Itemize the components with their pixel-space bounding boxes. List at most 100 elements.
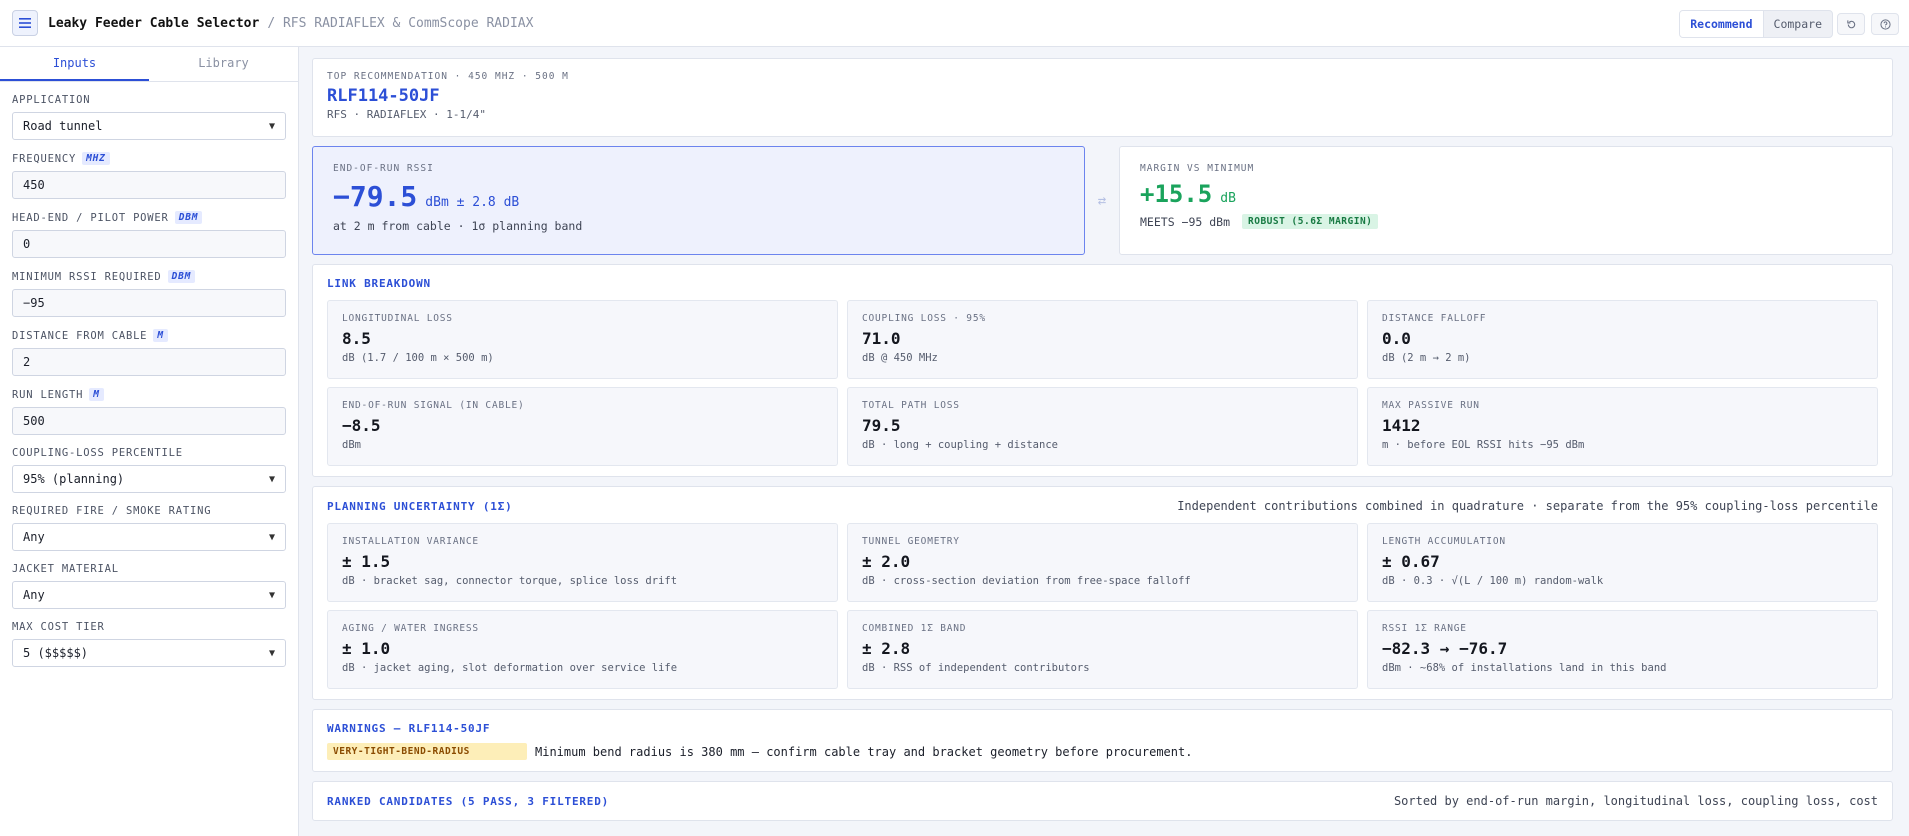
metric-value: ± 1.0 (342, 639, 391, 658)
metric-value: 1412 (1382, 416, 1421, 435)
frequency-label: FREQUENCY MHZ (12, 152, 286, 165)
metric-subtext: dB @ 450 MHz (862, 352, 938, 364)
metric-subtext: dB · long + coupling + distance (862, 439, 1058, 451)
reset-button[interactable] (1837, 13, 1865, 35)
metric-subtext: dB (2 m → 2 m) (1382, 352, 1471, 364)
application-select[interactable]: Road tunnel ▼ (12, 112, 286, 140)
planning-uncertainty-section: PLANNING UNCERTAINTY (1Σ) Independent co… (312, 486, 1893, 700)
help-icon (1879, 18, 1891, 30)
field-label-text: REQUIRED FIRE / SMOKE RATING (12, 505, 212, 517)
chevron-down-icon: ▼ (268, 647, 275, 659)
pilot-power-input[interactable]: 0 (12, 230, 286, 258)
menu-button[interactable] (12, 10, 38, 36)
field-label-text: DISTANCE FROM CABLE (12, 329, 148, 342)
main-panel: TOP RECOMMENDATION · 450 MHZ · 500 M RLF… (312, 58, 1893, 830)
tab-inputs[interactable]: Inputs (0, 47, 149, 81)
rssi-value: −79.5 (333, 180, 418, 213)
reset-icon (1846, 19, 1855, 28)
uncertainty-title: PLANNING UNCERTAINTY (1Σ) (327, 499, 513, 513)
warning-badge: VERY-TIGHT-BEND-RADIUS (327, 743, 527, 760)
metric-label: INSTALLATION VARIANCE (342, 536, 479, 547)
fire-rating-select[interactable]: Any ▼ (12, 523, 286, 551)
min-rssi-input[interactable]: −95 (12, 289, 286, 317)
field-label-text: MAX COST TIER (12, 621, 105, 633)
metric-subtext: dBm (342, 439, 361, 451)
distance-input[interactable]: 2 (12, 348, 286, 376)
sidebar: Inputs Library APPLICATION Road tunnel ▼ … (0, 47, 299, 836)
compare-mode-button[interactable]: Compare (1764, 11, 1832, 37)
warning-text: Minimum bend radius is 380 mm — confirm … (535, 744, 1193, 759)
metric-value: 8.5 (342, 329, 371, 348)
select-value: 5 ($$$$$) (23, 646, 89, 660)
link-breakdown-section: LINK BREAKDOWN LONGITUDINAL LOSS 8.5 dB (1… (312, 264, 1893, 477)
rssi-card: END-OF-RUN RSSI −79.5 dBm ± 2.8 dB at 2 … (312, 146, 1085, 255)
status-badge: ROBUST (5.6Σ MARGIN) (1242, 214, 1379, 229)
metric-value: 0.0 (1382, 329, 1411, 348)
top-recommendation-kicker: TOP RECOMMENDATION · 450 MHZ · 500 M (327, 71, 569, 82)
recommended-cable-meta: RFS · RADIAFLEX · 1-1/4" (327, 108, 486, 121)
unit-badge: DBM (167, 270, 196, 283)
unit-badge: M (153, 329, 168, 342)
metric-value: ± 0.67 (1382, 552, 1440, 571)
metric-value: ± 2.0 (862, 552, 911, 571)
metric-value: 79.5 (862, 416, 901, 435)
metric-subtext: dB · 0.3 · √(L / 100 m) random-walk (1382, 575, 1604, 587)
run-length-input[interactable]: 500 (12, 407, 286, 435)
application-label: APPLICATION (12, 94, 286, 106)
metric-label: LONGITUDINAL LOSS (342, 313, 453, 324)
rssi-kicker: END-OF-RUN RSSI (333, 163, 434, 174)
ranked-title: RANKED CANDIDATES (5 PASS, 3 FILTERED) (327, 794, 610, 808)
metric-subtext: dBm · ~68% of installations land in this… (1382, 662, 1667, 674)
field-label-text: JACKET MATERIAL (12, 563, 119, 575)
select-value: Any (23, 588, 45, 602)
rssi-unit: dBm ± 2.8 dB (425, 195, 520, 210)
metric-card: TUNNEL GEOMETRY ± 2.0 dB · cross-section d… (847, 523, 1358, 602)
frequency-input[interactable]: 450 (12, 171, 286, 199)
field-label-text: APPLICATION (12, 94, 91, 106)
metric-subtext: dB · cross-section deviation from free-s… (862, 575, 1191, 587)
recommend-mode-button[interactable]: Recommend (1680, 11, 1764, 37)
metric-label: MAX PASSIVE RUN (1382, 400, 1480, 411)
metric-subtext: dB · bracket sag, connector torque, spli… (342, 575, 678, 587)
run-length-label: RUN LENGTH M (12, 388, 286, 401)
field-label-text: HEAD-END / PILOT POWER (12, 211, 169, 224)
percentile-select[interactable]: 95% (planning) ▼ (12, 465, 286, 493)
min-rssi-label: MINIMUM RSSI REQUIRED DBM (12, 270, 286, 283)
app-subtitle: / RFS RADIAFLEX & CommScope RADIAX (267, 15, 534, 31)
swap-icon: ⇄ (1097, 192, 1107, 209)
chevron-down-icon: ▼ (268, 473, 275, 485)
metric-value: ± 1.5 (342, 552, 391, 571)
chevron-down-icon: ▼ (268, 531, 275, 543)
percentile-label: COUPLING-LOSS PERCENTILE (12, 447, 286, 459)
margin-unit: dB (1220, 191, 1236, 206)
field-label-text: COUPLING-LOSS PERCENTILE (12, 447, 183, 459)
tab-library[interactable]: Library (149, 47, 298, 81)
metric-card: AGING / WATER INGRESS ± 1.0 dB · jacket ag… (327, 610, 838, 689)
select-value: Road tunnel (23, 119, 103, 133)
jacket-select[interactable]: Any ▼ (12, 581, 286, 609)
chevron-down-icon: ▼ (268, 589, 275, 601)
unit-badge: M (89, 388, 104, 401)
hamburger-icon (19, 18, 31, 28)
inputs-form: APPLICATION Road tunnel ▼ FREQUENCY MHZ 45… (0, 82, 298, 667)
unit-badge: MHZ (82, 152, 110, 165)
metric-label: AGING / WATER INGRESS (342, 623, 479, 634)
metric-card: INSTALLATION VARIANCE ± 1.5 dB · bracket s… (327, 523, 838, 602)
recommended-cable-name: RLF114-50JF (327, 86, 440, 106)
link-breakdown-title: LINK BREAKDOWN (327, 277, 431, 290)
field-label-text: RUN LENGTH (12, 388, 84, 401)
help-button[interactable] (1871, 13, 1899, 35)
fire-rating-label: REQUIRED FIRE / SMOKE RATING (12, 505, 286, 517)
metric-value: −82.3 → −76.7 (1382, 639, 1508, 658)
metric-card: TOTAL PATH LOSS 79.5 dB · long + coupling … (847, 387, 1358, 466)
metric-value: 71.0 (862, 329, 901, 348)
cost-tier-select[interactable]: 5 ($$$$$) ▼ (12, 639, 286, 667)
pilot-power-label: HEAD-END / PILOT POWER DBM (12, 211, 286, 224)
uncertainty-note: Independent contributions combined in qu… (1177, 499, 1878, 513)
top-recommendation-card: TOP RECOMMENDATION · 450 MHZ · 500 M RLF… (312, 58, 1893, 137)
metric-subtext: dB (1.7 / 100 m × 500 m) (342, 352, 494, 364)
metric-value: −8.5 (342, 416, 381, 435)
metric-card: COMBINED 1Σ BAND ± 2.8 dB · RSS of indepen… (847, 610, 1358, 689)
mode-toggle: Recommend Compare (1679, 10, 1833, 38)
metric-card: LONGITUDINAL LOSS 8.5 dB (1.7 / 100 m × 50… (327, 300, 838, 379)
